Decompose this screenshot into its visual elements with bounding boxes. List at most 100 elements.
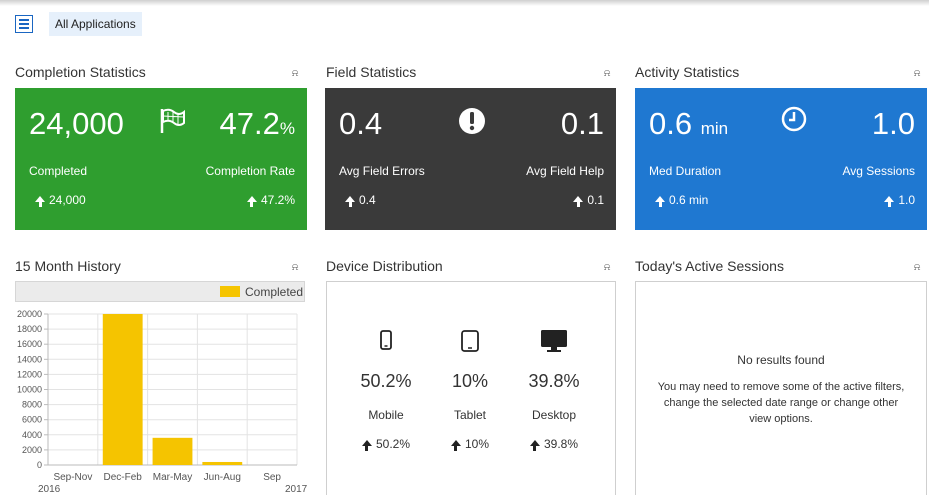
tablet-percentage: 10% — [451, 371, 489, 391]
desktop-percentage: 39.8% — [528, 371, 580, 391]
y-tick-label: 4000 — [22, 430, 42, 440]
chart-legend[interactable]: Completed — [15, 281, 305, 302]
completion-rate-unit: % — [279, 119, 295, 138]
help-icon[interactable]: ⍾ — [289, 68, 301, 79]
tablet-trend: 10% — [430, 437, 510, 451]
month-history-title: 15 Month History — [15, 258, 121, 274]
avg-field-errors-trend-value: 0.4 — [359, 193, 376, 207]
completion-statistics-card: 24,000 47.2% Completed Completion Rate 2… — [15, 88, 307, 230]
arrow-up-icon — [246, 196, 257, 207]
completion-rate-number: 47.2 — [219, 106, 280, 141]
x-tick-label: Mar-May — [153, 472, 192, 483]
mobile-trend-value: 50.2% — [375, 437, 411, 451]
y-tick-label: 8000 — [22, 400, 42, 410]
avg-field-help-value: 0.1 — [560, 106, 604, 141]
y-tick-label: 0 — [37, 460, 42, 470]
arrow-up-icon — [345, 196, 355, 207]
arrow-up-icon — [884, 196, 895, 207]
avg-sessions-value: 1.0 — [871, 106, 915, 141]
top-divider — [0, 0, 929, 6]
mobile-icon — [380, 330, 392, 350]
med-duration-value: 0.6 min — [649, 106, 728, 142]
y-tick-label: 12000 — [17, 369, 42, 379]
avg-field-help-label: Avg Field Help — [526, 164, 604, 178]
x-tick-label: Dec-Feb — [104, 472, 143, 483]
completed-trend: 24,000 — [35, 193, 86, 207]
x-tick-label: Sep-Nov — [53, 472, 92, 483]
desktop-trend: 39.8% — [514, 437, 594, 451]
med-duration-unit: min — [700, 119, 729, 138]
completion-statistics-title: Completion Statistics — [15, 64, 146, 80]
y-tick-label: 6000 — [22, 415, 42, 425]
med-duration-label: Med Duration — [649, 164, 722, 178]
completed-label: Completed — [29, 164, 88, 178]
help-icon[interactable]: ⍾ — [601, 68, 613, 79]
activity-statistics-title: Activity Statistics — [635, 64, 740, 80]
bar-dec-feb — [102, 314, 143, 465]
bar-jun-aug — [202, 461, 243, 465]
desktop-label: Desktop — [531, 408, 577, 422]
y-tick-label: 14000 — [17, 354, 42, 364]
y-tick-label: 10000 — [17, 385, 42, 395]
y-tick-label: 20000 — [17, 309, 42, 319]
arrow-up-icon — [450, 440, 461, 451]
menu-icon[interactable] — [15, 15, 33, 33]
arrow-up-icon — [573, 196, 584, 207]
avg-field-errors-label: Avg Field Errors — [339, 164, 425, 178]
no-results-message: You may need to remove some of the activ… — [657, 381, 905, 425]
completed-trend-value: 24,000 — [49, 193, 86, 207]
arrow-up-icon — [655, 196, 665, 207]
help-icon[interactable]: ⍾ — [289, 262, 301, 273]
year-label: 2017 — [285, 484, 308, 495]
avg-sessions-trend: 1.0 — [884, 193, 915, 207]
avg-field-help-trend: 0.1 — [573, 193, 604, 207]
exclamation-icon — [459, 108, 485, 134]
mobile-trend: 50.2% — [346, 437, 426, 451]
tablet-trend-value: 10% — [464, 437, 490, 451]
desktop-trend-value: 39.8% — [543, 437, 579, 451]
active-sessions-title: Today's Active Sessions — [635, 258, 784, 274]
help-icon[interactable]: ⍾ — [601, 262, 613, 273]
med-duration-number: 0.6 — [649, 106, 693, 141]
y-tick-label: 18000 — [17, 324, 42, 334]
desktop-icon — [541, 330, 567, 352]
x-tick-label: Sep — [263, 472, 281, 483]
legend-label: Completed — [245, 285, 304, 299]
completion-rate-label: Completion Rate — [205, 164, 295, 178]
avg-field-errors-value: 0.4 — [339, 106, 383, 141]
field-statistics-title: Field Statistics — [326, 64, 417, 80]
field-statistics-card: 0.4 0.1 Avg Field Errors Avg Field Help … — [325, 88, 616, 230]
flag-icon — [160, 108, 185, 133]
clock-icon — [781, 106, 807, 132]
arrow-up-icon — [529, 440, 540, 451]
x-tick-label: Jun-Aug — [204, 472, 241, 483]
help-icon[interactable]: ⍾ — [911, 68, 923, 79]
mobile-label: Mobile — [368, 408, 404, 422]
legend-swatch — [220, 286, 240, 297]
avg-sessions-trend-value: 1.0 — [898, 193, 915, 207]
tablet-label: Tablet — [453, 408, 487, 422]
mobile-percentage: 50.2% — [360, 371, 412, 391]
device-distribution-title: Device Distribution — [326, 258, 443, 274]
avg-field-errors-trend: 0.4 — [345, 193, 376, 207]
activity-statistics-card: 0.6 min 1.0 Med Duration Avg Sessions 0.… — [635, 88, 927, 230]
completion-rate-value: 47.2% — [220, 106, 295, 142]
arrow-up-icon — [361, 440, 372, 451]
help-icon[interactable]: ⍾ — [911, 262, 923, 273]
arrow-up-icon — [35, 196, 45, 207]
bar-mar-may — [152, 437, 193, 465]
tablet-icon — [461, 330, 479, 352]
y-tick-label: 16000 — [17, 339, 42, 349]
completion-rate-trend: 47.2% — [246, 193, 295, 207]
application-selector[interactable]: All Applications — [49, 12, 142, 36]
completed-value: 24,000 — [29, 106, 124, 141]
avg-field-help-trend-value: 0.1 — [587, 193, 604, 207]
active-sessions-panel: No results found You may need to remove … — [635, 281, 927, 495]
history-bar-chart: 0 2000 4000 6000 8000 10000 12000 14000 16000 180… — [17, 309, 308, 495]
med-duration-trend-value: 0.6 min — [669, 193, 709, 207]
avg-sessions-label: Avg Sessions — [842, 164, 916, 178]
no-results-title: No results found — [737, 353, 825, 367]
med-duration-trend: 0.6 min — [655, 193, 708, 207]
year-label: 2016 — [38, 484, 61, 495]
device-distribution-panel: 50.2% Mobile 50.2% 10% Tablet 10% 39.8% … — [326, 281, 616, 495]
